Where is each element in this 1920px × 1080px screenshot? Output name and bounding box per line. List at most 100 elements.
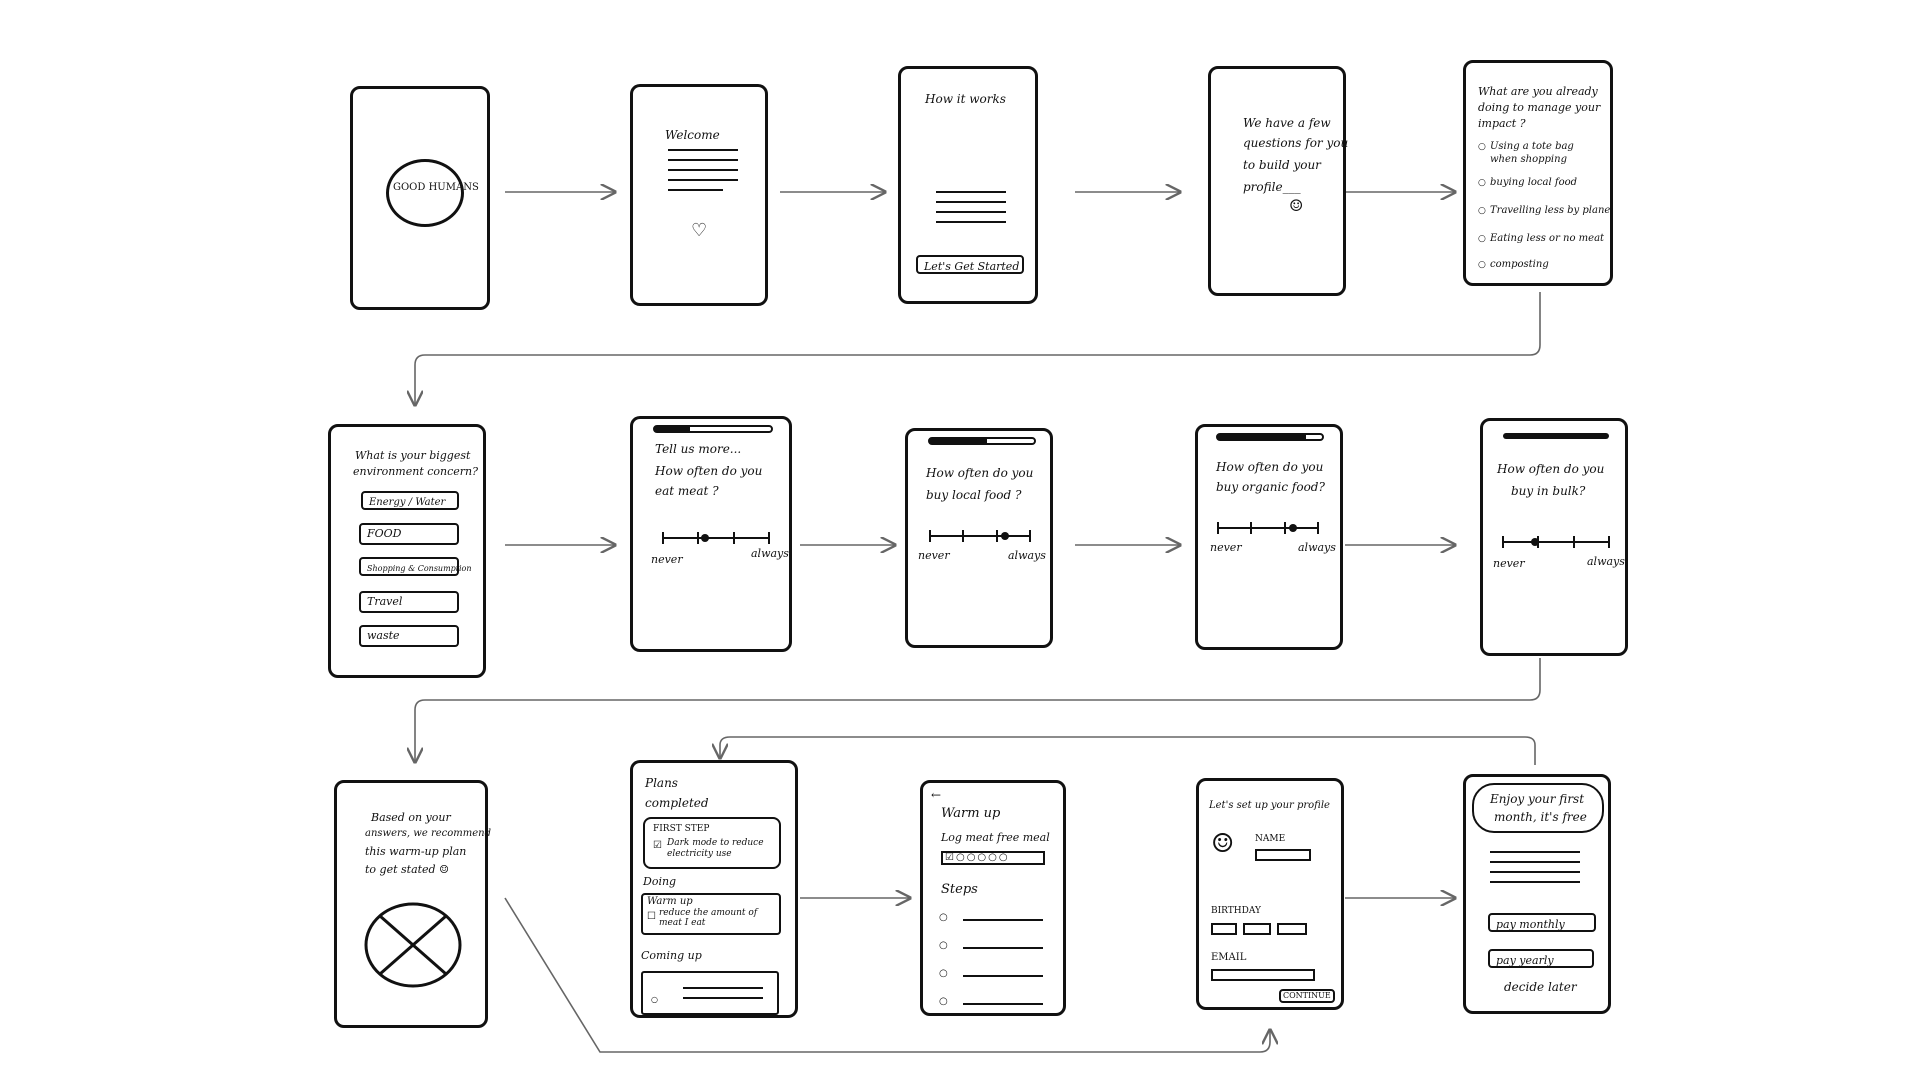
concern-waste[interactable]: waste — [359, 625, 459, 647]
questions-line-4: profile___ — [1243, 180, 1301, 194]
frequency-slider[interactable] — [929, 529, 1031, 543]
already-title-3: impact ? — [1478, 117, 1526, 130]
step-item[interactable]: ○ — [939, 912, 1049, 941]
slider-min-label: never — [1493, 557, 1525, 570]
slider-tick — [768, 532, 770, 544]
checkbox-checked-icon: ☑ — [653, 840, 662, 851]
steps-label: Steps — [941, 882, 978, 897]
option-label: composting — [1490, 259, 1549, 270]
slider-tick — [1217, 522, 1219, 534]
screen-profile: Let's set up your profile ☺ NAME BIRTHDA… — [1196, 778, 1344, 1010]
slider-tick — [929, 530, 931, 542]
q-meat-title-1: Tell us more... — [655, 442, 742, 456]
slider-track[interactable] — [1218, 527, 1318, 529]
progress-fill — [930, 439, 988, 443]
birthday-label: BIRTHDAY — [1211, 906, 1261, 916]
q-local-title-1: How often do you — [926, 466, 1034, 480]
slider-track[interactable] — [663, 537, 769, 539]
coming-up-card[interactable]: ○ — [641, 971, 779, 1015]
how-body-lines — [936, 191, 1006, 231]
step-item[interactable]: ○ — [939, 940, 1049, 969]
back-arrow-icon[interactable]: ← — [931, 787, 941, 803]
slider-track[interactable] — [930, 535, 1030, 537]
step-item[interactable]: ○ — [939, 968, 1049, 997]
logo-text: GOOD HUMANS — [393, 182, 479, 193]
arrow-recommend-to-profile — [504, 897, 1270, 1053]
q-bulk-title-2: buy in bulk? — [1511, 484, 1586, 498]
screen-concern: What is your biggest environment concern… — [328, 424, 486, 678]
option-label: Travelling less by plane — [1490, 205, 1611, 216]
doing-card[interactable]: Warm up ☐ reduce the amount of meat I ea… — [641, 893, 781, 935]
welcome-body-lines — [668, 149, 738, 199]
frequency-slider[interactable] — [1502, 535, 1610, 549]
name-label: NAME — [1255, 834, 1286, 844]
pay-yearly-button[interactable]: pay yearly — [1488, 949, 1594, 968]
slider-tick — [1317, 522, 1319, 534]
q-meat-title-3: eat meat ? — [655, 484, 719, 498]
concern-food[interactable]: FOOD — [359, 523, 459, 545]
plans-title-1: Plans — [645, 776, 678, 790]
email-input[interactable] — [1211, 969, 1315, 981]
concern-energy-water[interactable]: Energy / Water — [361, 491, 459, 510]
slider-tick — [1284, 522, 1286, 534]
questions-line-3: to build your — [1243, 158, 1321, 172]
slider-tick — [733, 532, 735, 544]
slider-track[interactable] — [1503, 541, 1609, 543]
email-label: EMAIL — [1211, 952, 1247, 963]
checkbox-icon: ☐ — [647, 911, 656, 922]
radio-icon: ○ — [1478, 260, 1486, 270]
concern-title-2: environment concern? — [353, 465, 479, 478]
screen-how-it-works: How it works Let's Get Started — [898, 66, 1038, 304]
pricing-body-lines — [1490, 851, 1580, 891]
birthday-month-input[interactable] — [1243, 923, 1271, 935]
questions-line-2: questions for you — [1243, 136, 1349, 150]
frequency-slider[interactable] — [1217, 521, 1319, 535]
frequency-slider[interactable] — [662, 531, 770, 545]
completed-card[interactable]: FIRST STEP ☑ Dark mode to reduce electri… — [643, 817, 781, 869]
concern-travel[interactable]: Travel — [359, 591, 459, 613]
welcome-title: Welcome — [665, 128, 720, 142]
screen-questions-intro: We have a few questions for you to build… — [1208, 66, 1349, 296]
doing-label: Doing — [643, 875, 677, 888]
questions-line-1: We have a few — [1243, 116, 1331, 130]
option-label: Using a tote bag when shopping — [1490, 141, 1574, 165]
radio-icon: ○ — [1478, 206, 1486, 216]
pricing-title-1: Enjoy your first — [1490, 792, 1585, 806]
slider-knob[interactable] — [1531, 538, 1539, 546]
progress-bar — [1216, 433, 1324, 441]
concern-shopping[interactable]: Shopping & Consumption — [359, 557, 472, 576]
slider-tick — [1502, 536, 1504, 548]
progress-bar — [653, 425, 773, 433]
screen-pricing: Enjoy your first month, it's free pay mo… — [1463, 774, 1611, 1014]
doing-title: Warm up — [647, 896, 693, 907]
option-label: Eating less or no meat — [1490, 233, 1605, 244]
doing-item: reduce the amount of meat I eat — [659, 908, 758, 929]
slider-tick — [1608, 536, 1610, 548]
slider-knob[interactable] — [701, 534, 709, 542]
lets-get-started-button[interactable]: Let's Get Started — [916, 255, 1024, 274]
radio-icon: ○ — [1478, 178, 1486, 188]
q-local-title-2: buy local food ? — [926, 488, 1022, 502]
steps-list: ○ ○ ○ ○ — [939, 912, 1049, 1025]
name-input[interactable] — [1255, 849, 1311, 861]
screen-already-doing: What are you already doing to manage you… — [1463, 60, 1613, 286]
screen-plans: Plans completed FIRST STEP ☑ Dark mode t… — [630, 760, 798, 1018]
user-flow-diagram: GOOD HUMANS Welcome ♡ How it works Let's… — [0, 0, 1920, 1080]
recommend-line-4: to get stated ☺ — [365, 863, 449, 876]
smiley-icon: ☺ — [1289, 196, 1304, 215]
checked-dot-icon: ☑ — [945, 852, 956, 863]
birthday-day-input[interactable] — [1211, 923, 1237, 935]
step-item[interactable]: ○ — [939, 996, 1049, 1025]
placeholder-cross-icon — [364, 902, 462, 988]
birthday-year-input[interactable] — [1277, 923, 1307, 935]
slider-tick — [1573, 536, 1575, 548]
already-title-2: doing to manage your — [1478, 101, 1601, 114]
q-bulk-title-1: How often do you — [1497, 462, 1605, 476]
decide-later-link[interactable]: decide later — [1504, 979, 1577, 995]
slider-knob[interactable] — [1289, 524, 1297, 532]
pay-monthly-button[interactable]: pay monthly — [1488, 913, 1596, 932]
continue-button[interactable]: CONTINUE — [1279, 989, 1335, 1003]
screen-splash: GOOD HUMANS — [350, 86, 490, 310]
slider-knob[interactable] — [1001, 532, 1009, 540]
heart-icon: ♡ — [691, 220, 708, 241]
